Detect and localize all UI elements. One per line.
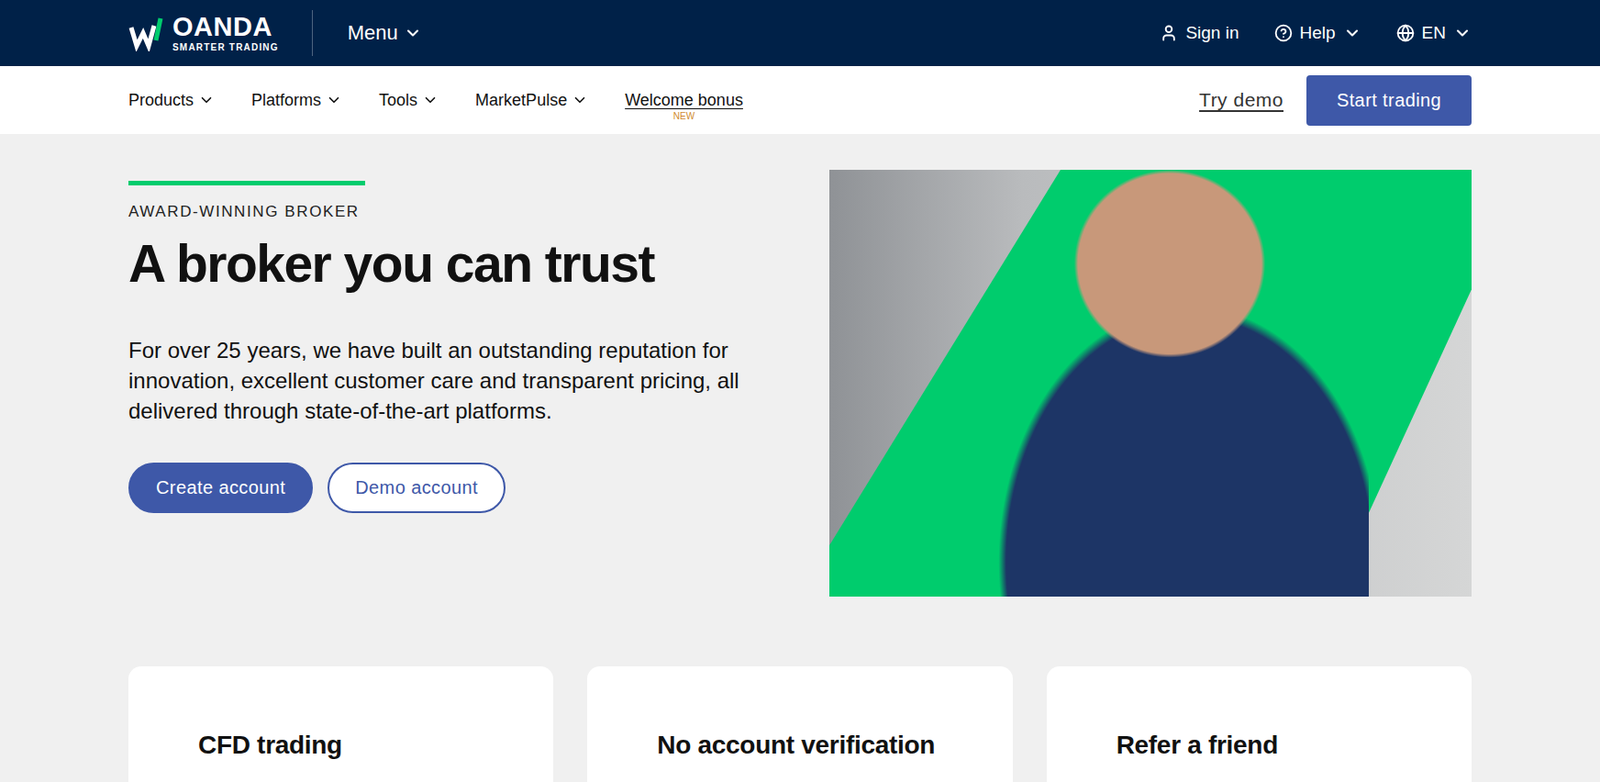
feature-card[interactable]: Refer a friend [1046,666,1472,782]
user-icon [1159,23,1178,43]
hero-title: A broker you can trust [128,233,812,295]
top-link[interactable]: EN [1396,22,1472,44]
nav-item[interactable]: Products [128,90,215,111]
nav-item[interactable]: Welcome bonusNEW [624,90,744,111]
card-title: Refer a friend [1116,730,1435,760]
globe-icon [1396,23,1415,43]
logo[interactable]: OANDA SMARTER TRADING [128,10,313,56]
start-trading-button[interactable]: Start trading [1306,75,1472,126]
try-demo-link[interactable]: Try demo [1199,88,1284,112]
eyebrow: AWARD-WINNING BROKER [128,202,812,222]
nav-item[interactable]: Tools [378,90,439,111]
chevron-down-icon [571,91,589,109]
chevron-down-icon [1343,23,1362,43]
nav-item[interactable]: Platforms [251,90,343,111]
top-link[interactable]: Sign in [1159,22,1239,44]
chevron-down-icon [1453,23,1472,43]
hero-button[interactable]: Demo account [327,462,506,513]
logo-name: OANDA [172,13,279,41]
top-link[interactable]: Help [1274,22,1362,44]
logo-tagline: SMARTER TRADING [172,43,279,53]
feature-card[interactable]: CFD trading [128,666,554,782]
chevron-down-icon [422,91,439,109]
sub-nav: Products Platforms Tools MarketPulse Welcome… [0,66,1600,134]
hero-button[interactable]: Create account [128,462,313,513]
card-title: CFD trading [198,730,517,760]
hero: AWARD-WINNING BROKER A broker you can tru… [128,133,1472,597]
chevron-down-icon [198,91,215,109]
help-icon [1274,23,1293,43]
new-badge: NEW [673,111,695,122]
chevron-down-icon [325,91,343,109]
top-bar: OANDA SMARTER TRADING Menu Sign in Help EN [0,0,1600,67]
card-title: No account verification [656,730,976,760]
logo-mark-icon [128,14,167,52]
feature-card[interactable]: No account verification [587,666,1012,782]
hero-photo [829,169,1472,597]
feature-cards: CFD trading No account verification Refer … [128,666,1472,782]
nav-item[interactable]: MarketPulse [475,90,589,111]
chevron-down-icon [403,23,423,43]
accent-line [128,180,366,186]
menu-button[interactable]: Menu [347,17,423,49]
hero-body: For over 25 years, we have built an outs… [128,334,799,426]
